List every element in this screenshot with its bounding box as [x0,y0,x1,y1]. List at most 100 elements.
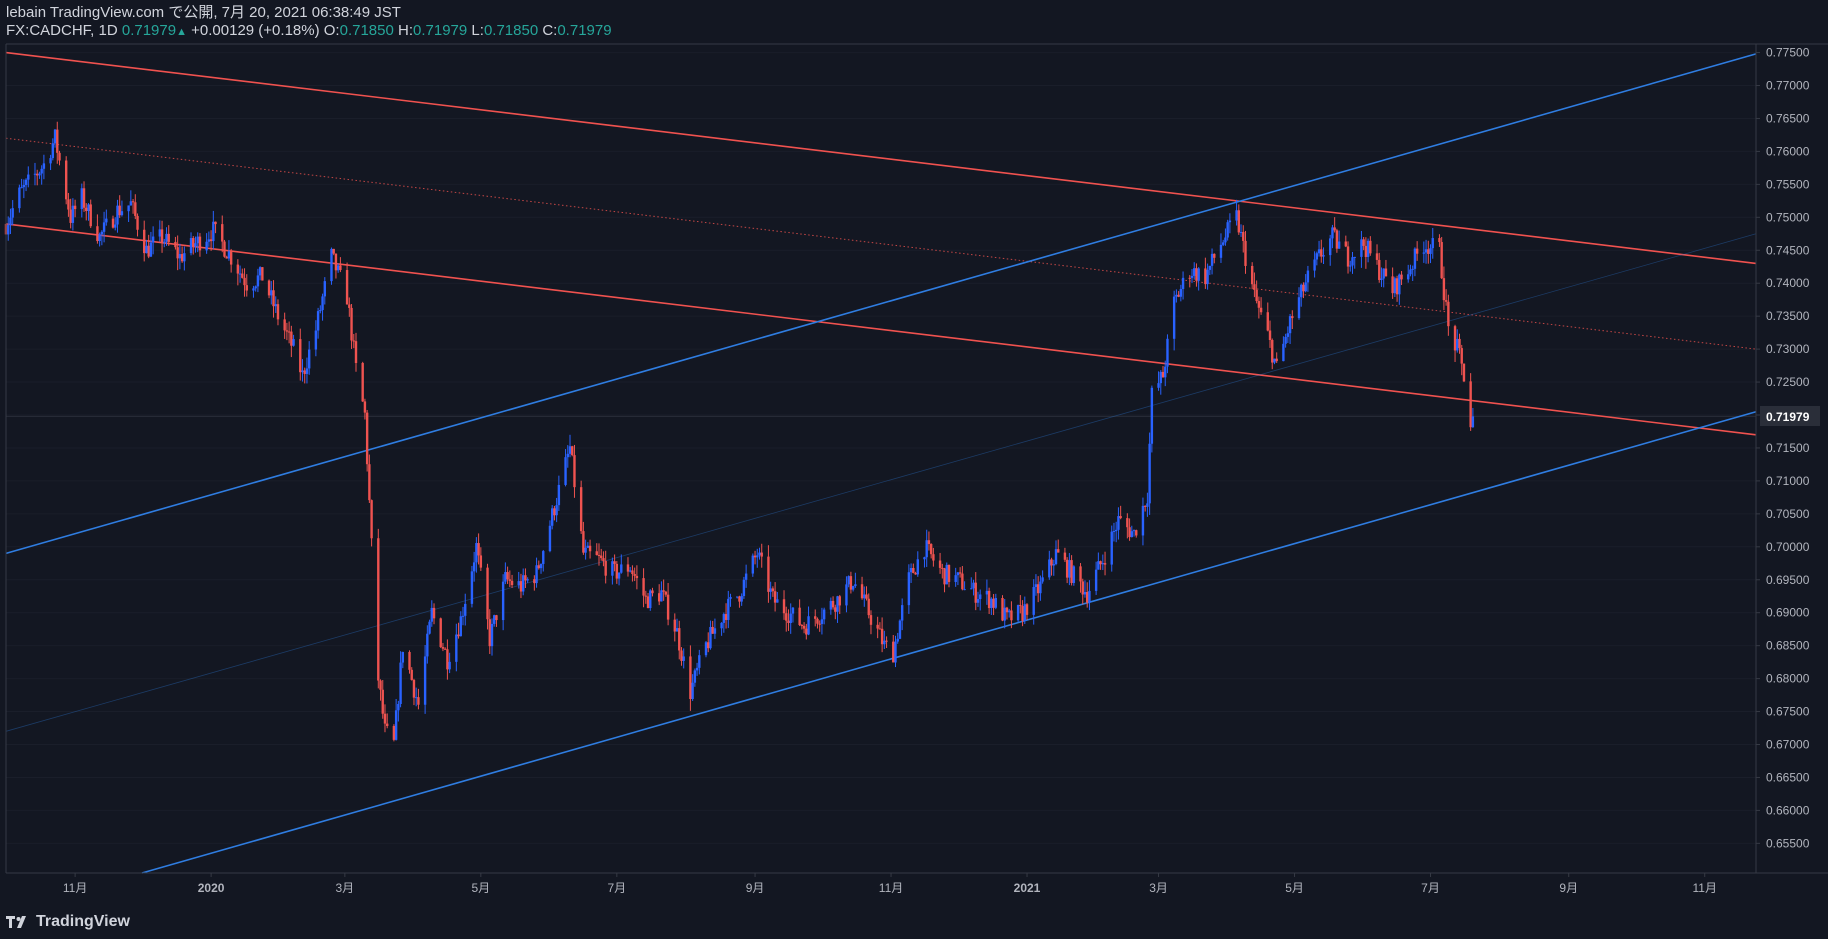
candle-body-158 [495,615,498,621]
candle-body-450 [1409,269,1412,275]
candle-body-436 [1364,245,1368,257]
candle-body-330 [1034,584,1038,588]
price-tick-label: 0.75000 [1766,210,1810,224]
red-channel-middle[interactable] [5,137,1757,350]
candle-body-344 [1079,566,1082,582]
candle-body-461 [1442,278,1446,301]
candle-body-281 [880,628,884,645]
candle-body-129 [408,652,411,670]
candle-body-289 [907,572,911,606]
candle-body-174 [548,525,552,552]
candle-body-132 [414,697,418,699]
candle-body-454 [1422,252,1426,254]
candle-body-153 [479,555,483,568]
candle-body-394 [1235,210,1238,221]
price-axis[interactable]: 0.77500 0.77000 0.76500 0.76000 0.75500 0.750… [1756,46,1810,851]
candle-body-420 [1315,253,1319,260]
candle-body-353 [1103,563,1107,565]
candle-body-143 [448,661,451,670]
candle-body-335 [1050,559,1053,566]
candle-body-150 [472,562,476,572]
candle-body-185 [582,531,585,553]
candle-body-314 [985,590,989,595]
candle-body-329 [1032,587,1035,615]
candle-body-276 [865,594,868,599]
candle-body-292 [914,572,917,575]
brand-footer[interactable]: TradingView [6,913,130,931]
candle-body-389 [1219,244,1223,258]
candle-body-373 [1166,338,1169,367]
candle-body-55 [176,247,179,259]
candle-body-346 [1083,591,1087,595]
candle-body-215 [675,628,679,632]
price-tick-label: 0.73000 [1766,342,1810,356]
candle-body-33 [105,218,108,223]
candle-body-372 [1164,366,1167,378]
price-chart[interactable]: 0.77500 0.77000 0.76500 0.76000 0.75500 0.750… [0,0,1828,939]
candle-body-453 [1415,248,1419,254]
candle-body-23 [73,205,77,210]
candle-body-263 [822,609,826,620]
candle-body-84 [267,280,271,296]
candle-body-244 [767,556,770,592]
candle-body-94 [299,339,302,373]
candle-body-305 [956,572,960,576]
symbol-label[interactable]: FX:CADCHF, 1D [6,22,118,39]
candle-body-470 [1471,416,1475,428]
price-tick-label: 0.74000 [1766,276,1810,290]
price-tick-label: 0.67000 [1766,737,1810,751]
candle-body-298 [932,554,935,561]
candle-body-309 [970,588,973,590]
candle-body-328 [1025,604,1029,615]
red-channel-lower[interactable] [5,223,1757,436]
candle-body-422 [1320,249,1323,257]
candle-body-241 [756,555,759,558]
candle-body-184 [579,487,583,532]
candle-body-295 [925,540,928,558]
candle-body-258 [807,616,810,635]
trendlines[interactable] [5,51,1757,874]
candle-body-214 [673,619,676,632]
blue-channel-upper[interactable] [5,53,1757,555]
candle-body-15 [51,143,55,159]
candle-body-72 [227,251,231,259]
candle-body-361 [1130,531,1133,538]
candle-body-110 [348,304,351,308]
candle-body-446 [1395,278,1399,295]
candle-body-46 [147,245,150,257]
candle-body-1 [7,225,10,235]
time-tick-label: 3月 [336,881,355,895]
candle-body-37 [118,205,121,216]
candle-body-275 [863,594,866,599]
blue-channel-middle[interactable] [5,233,1757,732]
candle-body-31 [100,231,104,235]
candle-body-445 [1393,278,1397,294]
candle-body-225 [707,642,710,649]
time-tick-label: 9月 [746,881,765,895]
red-channel-upper[interactable] [5,51,1757,265]
candle-body-194 [611,561,614,576]
candle-body-345 [1081,581,1084,595]
time-axis[interactable]: 11月 2020 3月 5月 7月 9月 11月 2021 3月 5月 7月 9月 11月 [63,873,1717,895]
candle-body-226 [709,626,712,649]
time-tick-label: 7月 [1421,881,1440,895]
price-tick-label: 0.71500 [1766,441,1810,455]
price-tick-label: 0.71000 [1766,474,1810,488]
candle-body-134 [423,656,427,705]
candle-body-447 [1398,274,1401,295]
candle-body-18 [58,152,61,161]
candle-body-327 [1023,604,1026,621]
candle-body-112 [352,340,355,342]
candle-body-200 [629,570,632,572]
candle-body-141 [443,648,447,650]
candle-body-201 [631,570,634,575]
candle-body-341 [1068,560,1071,578]
candle-body-208 [651,590,654,594]
candle-body-115 [363,401,367,413]
candle-body-40 [129,201,133,206]
candle-body-219 [689,656,692,700]
candle-body-268 [838,596,841,606]
candle-body-210 [660,590,663,602]
candle-body-16 [53,129,57,144]
candle-body-229 [720,622,723,629]
